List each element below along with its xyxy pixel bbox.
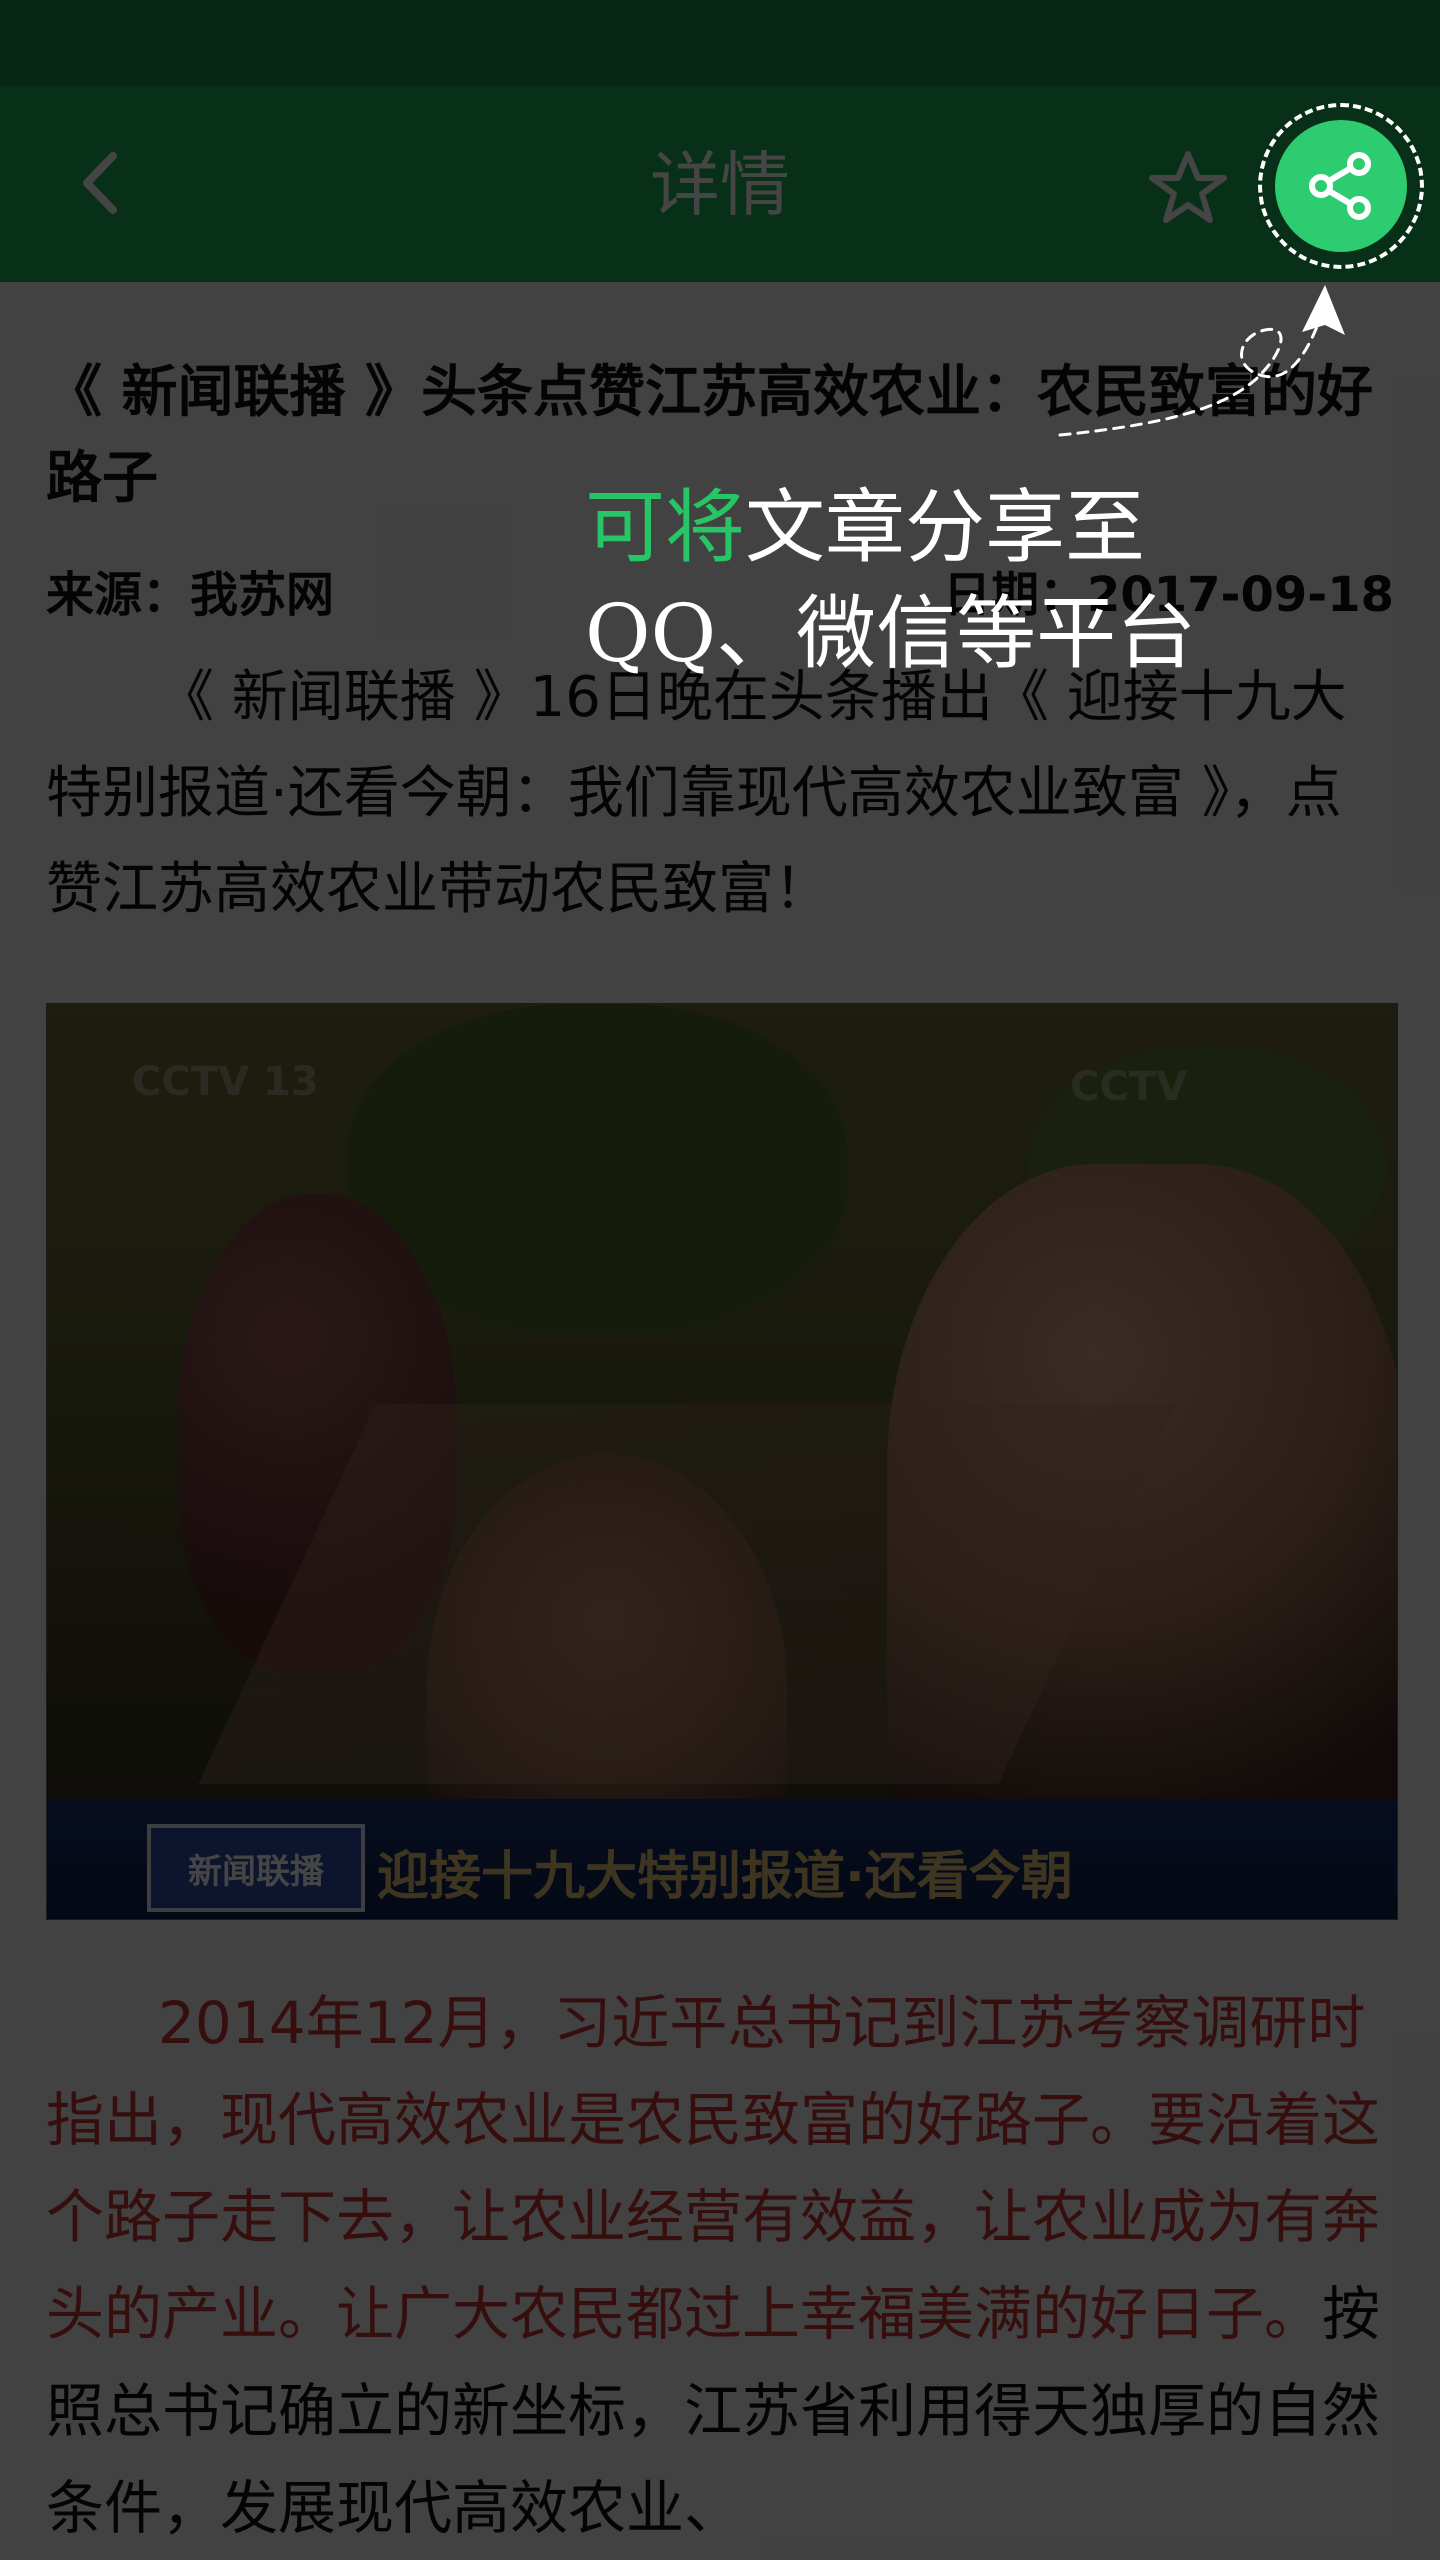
guide-text-highlight: 可将 — [585, 481, 745, 574]
article-source: 来源：我苏网 — [46, 567, 335, 623]
chevron-left-icon — [83, 151, 117, 214]
article-image[interactable]: CCTV 13 CCTV 新闻联播 迎接十九大特别报道·还看今朝 — [46, 1003, 1398, 1920]
favorite-button[interactable] — [1145, 145, 1230, 230]
back-button[interactable] — [64, 145, 134, 220]
image-watermark-left: CCTV 13 — [132, 1059, 319, 1105]
article-paragraph-2: 2014年12月，习近平总书记到江苏考察调研时指出，现代高效农业是农民致富的好路… — [46, 1975, 1396, 2557]
guide-share-button[interactable] — [1275, 120, 1407, 252]
page-title: 详情 — [650, 144, 790, 226]
highlighted-text: 2014年12月，习近平总书记到江苏考察调研时指出，现代高效农业是农民致富的好路… — [46, 1989, 1381, 2348]
image-watermark-right: CCTV — [1070, 1064, 1187, 1110]
guide-text-line1: 文章分享至 — [745, 481, 1145, 574]
image-caption: 迎接十九大特别报道·还看今朝 — [377, 1847, 1073, 1907]
guide-tooltip-text: 可将文章分享至 QQ、微信等平台 — [585, 475, 1225, 687]
status-bar — [0, 0, 1440, 86]
article-paragraph-1: 《 新闻联播 》16日晚在头条播出《 迎接十九大特别报道·还看今朝：我们靠现代高… — [46, 665, 1347, 922]
header-bar: 详情 — [0, 0, 1440, 282]
share-icon — [1309, 152, 1371, 220]
star-outline-icon — [1148, 150, 1227, 223]
guide-arrow-icon — [1058, 285, 1345, 437]
guide-text-line2: QQ、微信等平台 — [585, 587, 1197, 680]
news-logo: 新闻联播 — [147, 1824, 365, 1912]
